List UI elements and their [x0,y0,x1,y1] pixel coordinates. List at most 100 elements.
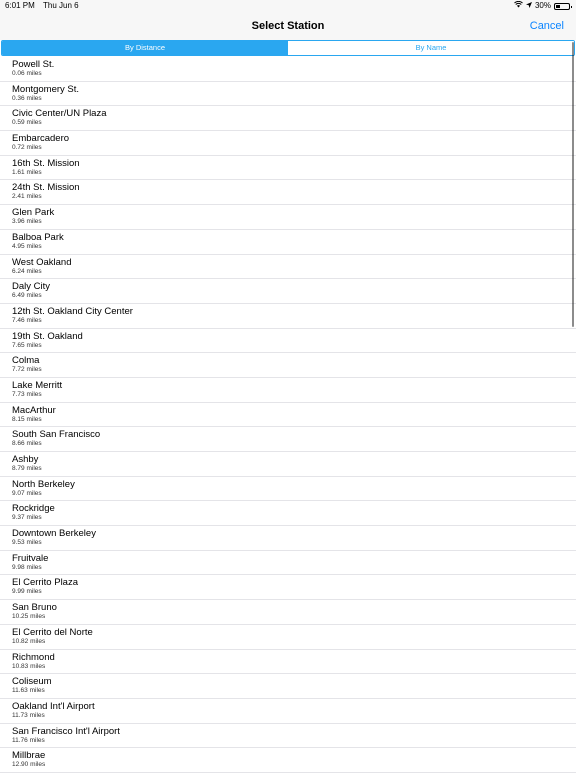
cancel-button[interactable]: Cancel [530,12,564,40]
station-name: MacArthur [12,404,56,416]
station-distance: 11.63 miles [12,687,45,695]
station-name: Civic Center/UN Plaza [12,108,107,120]
segment-by-distance[interactable]: By Distance [2,41,288,55]
station-distance: 9.99 miles [12,588,42,596]
station-row[interactable]: Rockridge 9.37 miles [0,501,576,527]
scroll-indicator[interactable] [572,42,574,327]
station-row[interactable]: El Cerrito Plaza 9.99 miles [0,575,576,601]
station-row[interactable]: West Oakland 6.24 miles [0,255,576,280]
station-row[interactable]: South San Francisco 8.66 miles [0,427,576,452]
station-row[interactable]: 12th St. Oakland City Center 7.46 miles [0,304,576,329]
station-name: 12th St. Oakland City Center [12,305,133,317]
station-row[interactable]: Millbrae 12.90 miles [0,748,576,773]
status-date: Thu Jun 6 [43,1,79,10]
station-distance: 9.98 miles [12,563,42,571]
station-row[interactable]: Daly City 6.49 miles [0,279,576,304]
station-row[interactable]: 19th St. Oakland 7.65 miles [0,329,576,354]
station-row[interactable]: Embarcadero 0.72 miles [0,131,576,156]
station-distance: 0.72 miles [12,144,42,152]
status-time: 6:01 PM [5,1,35,10]
station-name: Powell St. [12,59,55,70]
station-distance: 9.37 miles [12,514,42,522]
station-name: Ashby [12,454,39,465]
station-distance: 1.61 miles [12,168,42,176]
station-distance: 9.07 miles [12,489,42,497]
station-name: North Berkeley [12,478,75,490]
station-distance: 11.76 miles [12,736,45,744]
sort-segmented-control: By Distance By Name [1,40,575,56]
station-row[interactable]: Glen Park 3.96 miles [0,205,576,230]
status-bar: 6:01 PM Thu Jun 6 30% [0,0,576,12]
station-distance: 2.41 miles [12,193,42,201]
station-distance: 12.90 miles [12,761,46,769]
station-distance: 7.72 miles [12,366,42,374]
station-row[interactable]: Lake Merritt 7.73 miles [0,378,576,403]
station-name: 24th St. Mission [12,182,80,194]
station-list: Powell St. 0.06 miles Montgomery St. 0.36 m… [0,57,576,773]
station-name: West Oakland [12,256,72,268]
station-distance: 8.66 miles [12,440,42,448]
station-row[interactable]: San Francisco Int'l Airport 11.76 miles [0,724,576,749]
status-right: 30% [514,0,572,12]
wifi-icon [514,0,523,12]
station-name: Lake Merritt [12,379,63,391]
location-arrow-icon [525,0,532,12]
station-distance: 3.96 miles [12,218,42,226]
station-distance: 9.53 miles [12,539,42,547]
station-row[interactable]: Downtown Berkeley 9.53 miles [0,526,576,551]
battery-icon [554,2,572,10]
status-left: 6:01 PM Thu Jun 6 [5,0,79,12]
station-row[interactable]: San Bruno 10.25 miles [0,600,576,625]
station-row[interactable]: Powell St. 0.06 miles [0,57,576,82]
station-row[interactable]: Montgomery St. 0.36 miles [0,82,576,107]
station-distance: 0.59 miles [12,119,42,127]
station-row[interactable]: 16th St. Mission 1.61 miles [0,156,576,181]
station-name: Richmond [12,651,55,663]
station-name: Millbrae [12,750,46,762]
station-distance: 8.79 miles [12,465,42,472]
navigation-bar: Select Station Cancel [0,12,576,40]
station-distance: 7.65 miles [12,341,42,349]
station-row[interactable]: 24th St. Mission 2.41 miles [0,180,576,206]
station-distance: 0.06 miles [12,70,42,77]
station-row[interactable]: MacArthur 8.15 miles [0,403,576,428]
station-name: Rockridge [12,503,55,515]
station-row[interactable]: Richmond 10.83 miles [0,650,576,675]
station-name: San Francisco Int'l Airport [12,725,120,737]
station-name: Coliseum [12,676,52,688]
station-name: El Cerrito Plaza [12,577,78,589]
station-row[interactable]: Ashby 8.79 miles [0,452,576,477]
station-row[interactable]: Coliseum 11.63 miles [0,674,576,699]
station-distance: 6.49 miles [12,292,42,300]
station-distance: 0.36 miles [12,94,42,102]
station-name: Colma [12,355,40,367]
station-name: 19th St. Oakland [12,330,83,342]
page-title: Select Station [251,20,325,32]
station-row[interactable]: North Berkeley 9.07 miles [0,477,576,502]
station-distance: 7.46 miles [12,316,42,324]
station-name: 16th St. Mission [12,157,80,169]
station-row[interactable]: El Cerrito del Norte 10.82 miles [0,625,576,650]
station-row[interactable]: Colma 7.72 miles [0,353,576,378]
station-distance: 10.82 miles [12,637,46,645]
station-distance: 4.95 miles [12,242,42,250]
segment-by-name[interactable]: By Name [288,41,574,55]
station-name: San Bruno [12,602,57,614]
station-row[interactable]: Balboa Park 4.95 miles [0,230,576,255]
station-name: Montgomery St. [12,83,80,95]
station-name: Oakland Int'l Airport [12,700,95,712]
station-distance: 8.15 miles [12,415,42,423]
station-name: South San Francisco [12,429,101,441]
station-name: Daly City [12,281,51,293]
station-distance: 10.83 miles [12,662,46,670]
station-row[interactable]: Civic Center/UN Plaza 0.59 miles [0,106,576,132]
station-name: Fruitvale [12,552,49,564]
station-row[interactable]: Fruitvale 9.98 miles [0,551,576,576]
station-distance: 7.73 miles [12,390,42,398]
battery-percent: 30% [534,1,551,10]
station-distance: 10.25 miles [12,613,46,621]
station-distance: 6.24 miles [12,267,42,275]
station-row[interactable]: Oakland Int'l Airport 11.73 miles [0,699,576,724]
station-name: Embarcadero [12,133,70,145]
station-distance: 11.73 miles [12,711,45,719]
